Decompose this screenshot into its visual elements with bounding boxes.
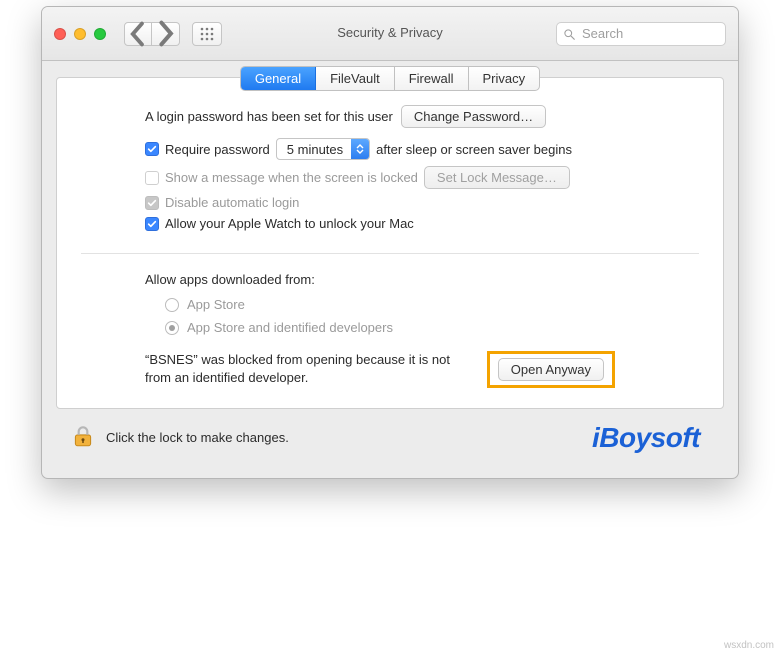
search-input[interactable] (580, 25, 719, 42)
window-controls (54, 28, 106, 40)
zoom-window-button[interactable] (94, 28, 106, 40)
require-password-checkbox[interactable] (145, 142, 159, 156)
window-title: Security & Privacy (337, 25, 442, 40)
login-password-statement: A login password has been set for this u… (145, 109, 393, 124)
require-password-label: Require password (165, 142, 270, 157)
open-anyway-highlight: Open Anyway (487, 351, 615, 388)
section-divider (81, 253, 699, 254)
back-button[interactable] (124, 22, 152, 46)
brand-logo: iBoysoft (592, 422, 700, 454)
require-password-delay-select[interactable]: 5 minutes (276, 138, 370, 160)
after-sleep-label: after sleep or screen saver begins (376, 142, 572, 157)
set-lock-message-button: Set Lock Message… (424, 166, 570, 189)
select-value: 5 minutes (277, 142, 351, 157)
search-icon (563, 28, 575, 40)
show-message-label: Show a message when the screen is locked (165, 170, 418, 185)
disable-auto-login-label: Disable automatic login (165, 195, 299, 210)
tab-general[interactable]: General (241, 67, 316, 90)
forward-button[interactable] (152, 22, 180, 46)
lock-icon[interactable] (70, 423, 96, 452)
check-icon (147, 198, 157, 208)
watermark: wsxdn.com (724, 640, 774, 651)
lock-message: Click the lock to make changes. (106, 430, 289, 445)
show-message-checkbox[interactable] (145, 171, 159, 185)
apple-watch-unlock-checkbox[interactable] (145, 217, 159, 231)
show-all-button[interactable] (192, 22, 222, 46)
tab-filevault[interactable]: FileVault (316, 67, 395, 90)
check-icon (147, 219, 157, 229)
allow-apps-heading: Allow apps downloaded from: (145, 272, 635, 287)
tab-firewall[interactable]: Firewall (395, 67, 469, 90)
check-icon (147, 144, 157, 154)
preferences-window: Security & Privacy General FileVault Fir… (41, 6, 739, 479)
disable-auto-login-checkbox[interactable] (145, 196, 159, 210)
blocked-app-message: “BSNES” was blocked from opening because… (145, 351, 467, 386)
main-panel: General FileVault Firewall Privacy A log… (56, 77, 724, 409)
change-password-button[interactable]: Change Password… (401, 105, 546, 128)
allow-app-store-label: App Store (187, 297, 245, 312)
toolbar: Security & Privacy (42, 7, 738, 61)
open-anyway-button[interactable]: Open Anyway (498, 358, 604, 381)
tab-privacy[interactable]: Privacy (469, 67, 540, 90)
grid-icon (200, 27, 214, 41)
apple-watch-unlock-label: Allow your Apple Watch to unlock your Ma… (165, 216, 414, 231)
select-stepper-icon (351, 139, 369, 159)
tab-bar: General FileVault Firewall Privacy (240, 66, 540, 91)
chevron-left-icon (125, 21, 151, 47)
search-field[interactable] (556, 22, 726, 46)
close-window-button[interactable] (54, 28, 66, 40)
allow-app-store-radio[interactable] (165, 298, 179, 312)
chevron-right-icon (152, 20, 179, 47)
minimize-window-button[interactable] (74, 28, 86, 40)
allow-identified-developers-radio[interactable] (165, 321, 179, 335)
allow-identified-developers-label: App Store and identified developers (187, 320, 393, 335)
